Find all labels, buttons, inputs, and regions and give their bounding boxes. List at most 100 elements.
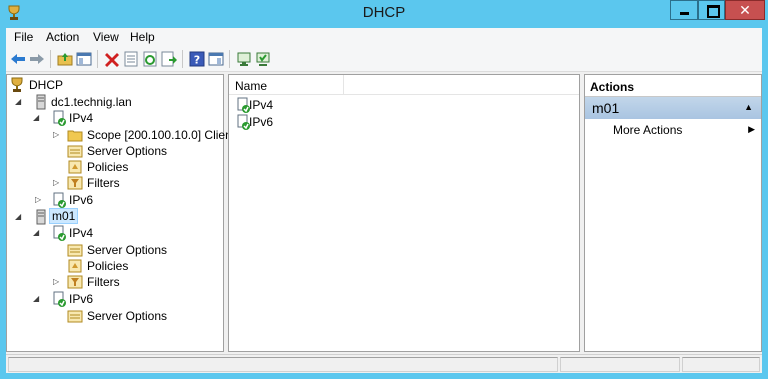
filters-icon: [67, 275, 83, 289]
forward-arrow-icon[interactable]: [29, 51, 45, 67]
tree-node-dhcp-root[interactable]: DHCP: [9, 77, 209, 93]
tree-node-dc1-ipv4[interactable]: ◢ IPv4: [9, 110, 209, 126]
tree-node-server-m01[interactable]: ◢ m01: [9, 208, 209, 225]
list-item[interactable]: IPv6: [235, 114, 435, 130]
tree-node-filters[interactable]: ▷ Filters: [9, 274, 209, 290]
tree-label: IPv6: [69, 292, 94, 306]
collapsed-arrow-icon[interactable]: ▷: [53, 277, 59, 287]
menu-view[interactable]: View: [93, 30, 119, 44]
tree-label: IPv4: [69, 226, 94, 240]
actions-group-m01[interactable]: m01 ▲: [585, 97, 761, 119]
add-server-icon[interactable]: [236, 51, 252, 67]
server-icon: [36, 94, 46, 110]
close-icon: ✕: [739, 2, 751, 18]
tree-node-dc1-ipv6[interactable]: ▷ IPv6: [9, 192, 209, 208]
tree-node-m01-ipv6[interactable]: ◢ IPv6: [9, 291, 209, 307]
results-list-pane[interactable]: Name IPv4 IPv6: [228, 74, 580, 352]
column-divider[interactable]: [343, 75, 344, 95]
server-icon: [36, 209, 46, 225]
main-frame: File Action View Help ? DHCP ◢ dc1.techn…: [6, 28, 762, 373]
tree-label: IPv6: [69, 193, 94, 207]
tree-label: dc1.technig.lan: [51, 95, 132, 109]
policies-icon: [68, 160, 82, 174]
expanded-arrow-icon[interactable]: ◢: [33, 228, 39, 238]
tree-label: m01: [49, 208, 79, 224]
actions-pane: Actions m01 ▲ More Actions ▶: [584, 74, 762, 352]
tree-label: Filters: [87, 275, 120, 289]
expanded-arrow-icon[interactable]: ◢: [33, 294, 39, 304]
menu-action[interactable]: Action: [46, 30, 79, 44]
expanded-arrow-icon[interactable]: ◢: [15, 212, 21, 222]
tree-node-server-dc1[interactable]: ◢ dc1.technig.lan: [9, 94, 209, 110]
filters-icon: [67, 176, 83, 190]
actions-title: Actions: [590, 80, 635, 94]
toolbar-separator: [182, 50, 183, 68]
tree-label: Scope [200.100.10.0] Clients: [87, 128, 242, 142]
tree-node-m01-ipv4[interactable]: ◢ IPv4: [9, 225, 209, 241]
list-item-label: IPv6: [249, 115, 274, 129]
properties-icon[interactable]: [123, 51, 139, 67]
delete-icon[interactable]: [104, 51, 120, 67]
tree-label: Server Options: [87, 144, 168, 158]
collapsed-arrow-icon[interactable]: ▷: [53, 130, 59, 140]
collapsed-arrow-icon[interactable]: ▷: [53, 178, 59, 188]
tree-node-scope[interactable]: ▷ Scope [200.100.10.0] Clients: [9, 127, 241, 143]
dhcp-root-icon: [11, 77, 23, 92]
tree-node-filters[interactable]: ▷ Filters: [9, 175, 209, 191]
actions-pane-header: Actions: [585, 75, 761, 97]
server-options-icon: [67, 145, 83, 158]
back-arrow-icon[interactable]: [10, 51, 26, 67]
show-hide-tree-icon[interactable]: [76, 51, 92, 67]
toolbar-separator: [229, 50, 230, 68]
title-bar: DHCP ✕: [0, 0, 768, 28]
help-icon[interactable]: ?: [189, 51, 205, 67]
console-tree-pane[interactable]: DHCP ◢ dc1.technig.lan ◢ IPv4 ▷ Scope [2…: [6, 74, 241, 352]
ipv6-icon: [53, 291, 66, 307]
up-folder-icon[interactable]: [57, 51, 73, 67]
ipv6-icon: [53, 192, 66, 208]
tree-node-policies[interactable]: Policies: [9, 258, 209, 274]
tree-label: Server Options: [87, 243, 168, 257]
menu-file[interactable]: File: [14, 30, 33, 44]
export-list-icon[interactable]: [161, 51, 177, 67]
tree-label: Policies: [87, 259, 129, 273]
minimize-button[interactable]: [670, 0, 698, 20]
toolbar-separator: [50, 50, 51, 68]
server-options-icon: [67, 310, 83, 323]
tree-node-server-options[interactable]: Server Options: [9, 308, 209, 324]
tree-node-policies[interactable]: Policies: [9, 159, 209, 175]
tree-node-server-options[interactable]: Server Options: [9, 242, 209, 258]
close-button[interactable]: ✕: [725, 0, 765, 20]
status-cell: [8, 357, 558, 372]
collapsed-arrow-icon[interactable]: ▷: [35, 195, 41, 205]
server-options-icon: [67, 244, 83, 257]
svg-text:?: ?: [194, 54, 200, 67]
menu-bar: File Action View Help: [6, 28, 762, 46]
status-cell: [560, 357, 680, 372]
toolbar-separator: [97, 50, 98, 68]
status-cell: [682, 357, 760, 372]
policies-icon: [68, 259, 82, 273]
scope-folder-icon: [67, 130, 83, 142]
toolbar: ?: [6, 46, 762, 72]
maximize-button[interactable]: [698, 0, 725, 20]
expanded-arrow-icon[interactable]: ◢: [15, 97, 21, 107]
refresh-icon[interactable]: [142, 51, 158, 67]
submenu-arrow-icon: ▶: [748, 124, 755, 134]
tree-label: Filters: [87, 176, 120, 190]
tree-label: DHCP: [29, 78, 64, 92]
menu-help[interactable]: Help: [130, 30, 155, 44]
window-title: DHCP: [362, 4, 406, 21]
tree-node-server-options[interactable]: Server Options: [9, 143, 209, 159]
more-actions-item[interactable]: More Actions ▶: [585, 122, 761, 140]
column-header-name[interactable]: Name: [229, 75, 579, 95]
ipv4-icon: [53, 110, 66, 126]
status-bar: [6, 354, 762, 373]
ipv4-icon: [53, 225, 66, 241]
list-item[interactable]: IPv4: [235, 97, 435, 113]
collapse-up-icon[interactable]: ▲: [744, 102, 753, 112]
expanded-arrow-icon[interactable]: ◢: [33, 113, 39, 123]
show-hide-action-pane-icon[interactable]: [208, 51, 224, 67]
tree-label: IPv4: [69, 111, 94, 125]
authorize-server-icon[interactable]: [255, 51, 271, 67]
